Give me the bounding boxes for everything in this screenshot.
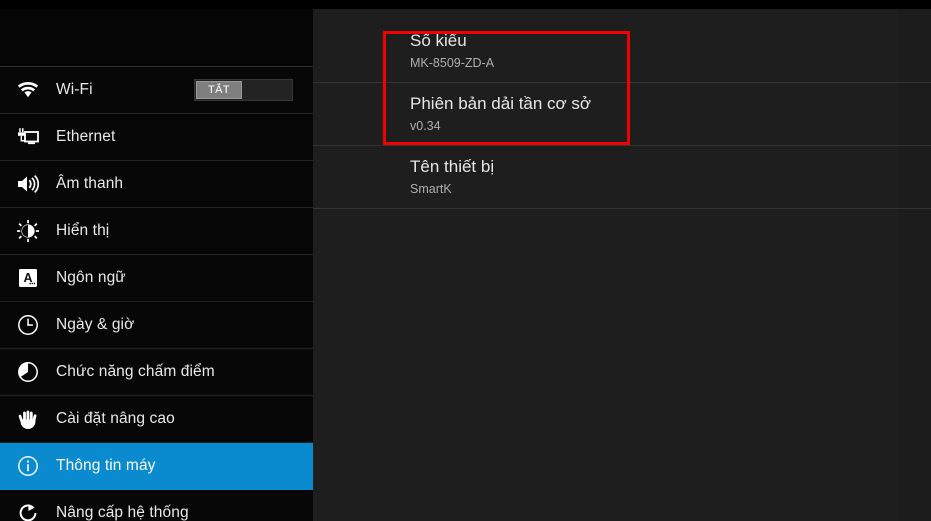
- brightness-icon: [0, 220, 56, 242]
- clock-icon: [0, 314, 56, 336]
- sidebar-item-language[interactable]: A Ngôn ngữ: [0, 255, 313, 302]
- speaker-icon: [0, 174, 56, 194]
- info-row-title: Số kiểu: [410, 31, 467, 50]
- sidebar-item-datetime[interactable]: Ngày & giờ: [0, 302, 313, 349]
- sidebar-item-label: Thông tin máy: [56, 457, 156, 474]
- svg-text:A: A: [23, 271, 32, 285]
- info-row-value: MK-8509-ZD-A: [410, 56, 495, 70]
- device-info-panel: Số kiểu MK-8509-ZD-A Phiên bản dải tần c…: [313, 9, 931, 521]
- sidebar-item-label: Wi-Fi: [56, 81, 93, 98]
- sidebar-item-ethernet[interactable]: Ethernet: [0, 114, 313, 161]
- info-row-title: Tên thiết bị: [410, 157, 495, 176]
- sidebar-item-label: Cài đặt nâng cao: [56, 410, 175, 427]
- info-row-model[interactable]: Số kiểu MK-8509-ZD-A: [313, 20, 931, 83]
- sidebar-item-label: Ethernet: [56, 128, 116, 145]
- sidebar-item-display[interactable]: Hiển thị: [0, 208, 313, 255]
- wifi-icon: [0, 81, 56, 99]
- sidebar-item-advanced[interactable]: Cài đặt nâng cao: [0, 396, 313, 443]
- sidebar-item-label: Hiển thị: [56, 222, 110, 239]
- info-circle-icon: [0, 455, 56, 477]
- ethernet-icon: [0, 127, 56, 147]
- status-bar: [0, 0, 931, 9]
- sidebar-item-label: Chức năng chấm điểm: [56, 363, 215, 380]
- settings-screen: Wi-Fi TẮT Ethernet Âm thanh Hiển thị A N…: [0, 0, 931, 521]
- sidebar-item-wifi[interactable]: Wi-Fi TẮT: [0, 67, 313, 114]
- sidebar-header: [0, 9, 313, 67]
- wifi-toggle-thumb[interactable]: TẮT: [196, 81, 242, 99]
- sidebar-item-system-upgrade[interactable]: Nâng cấp hệ thống: [0, 490, 313, 521]
- sidebar-item-device-info[interactable]: Thông tin máy: [0, 443, 313, 490]
- info-row-device-name[interactable]: Tên thiết bị SmartK: [313, 146, 931, 209]
- sidebar-item-label: Nâng cấp hệ thống: [56, 504, 189, 521]
- pie-chart-icon: [0, 361, 56, 383]
- language-icon: A: [0, 268, 56, 288]
- sidebar-item-label: Ngày & giờ: [56, 316, 135, 333]
- info-row-title: Phiên bản dải tần cơ sở: [410, 94, 592, 113]
- refresh-icon: [0, 502, 56, 521]
- wifi-toggle[interactable]: TẮT: [194, 79, 293, 101]
- sidebar-item-label: Ngôn ngữ: [56, 269, 126, 286]
- sidebar-item-scoring[interactable]: Chức năng chấm điểm: [0, 349, 313, 396]
- hand-icon: [0, 408, 56, 430]
- sidebar-item-sound[interactable]: Âm thanh: [0, 161, 313, 208]
- device-info-list: Số kiểu MK-8509-ZD-A Phiên bản dải tần c…: [313, 20, 931, 521]
- settings-sidebar: Wi-Fi TẮT Ethernet Âm thanh Hiển thị A N…: [0, 9, 313, 521]
- info-row-value: v0.34: [410, 119, 441, 133]
- info-row-value: SmartK: [410, 182, 452, 196]
- info-row-baseband-version[interactable]: Phiên bản dải tần cơ sở v0.34: [313, 83, 931, 146]
- wifi-toggle-label: TẮT: [208, 84, 230, 96]
- sidebar-item-label: Âm thanh: [56, 175, 124, 192]
